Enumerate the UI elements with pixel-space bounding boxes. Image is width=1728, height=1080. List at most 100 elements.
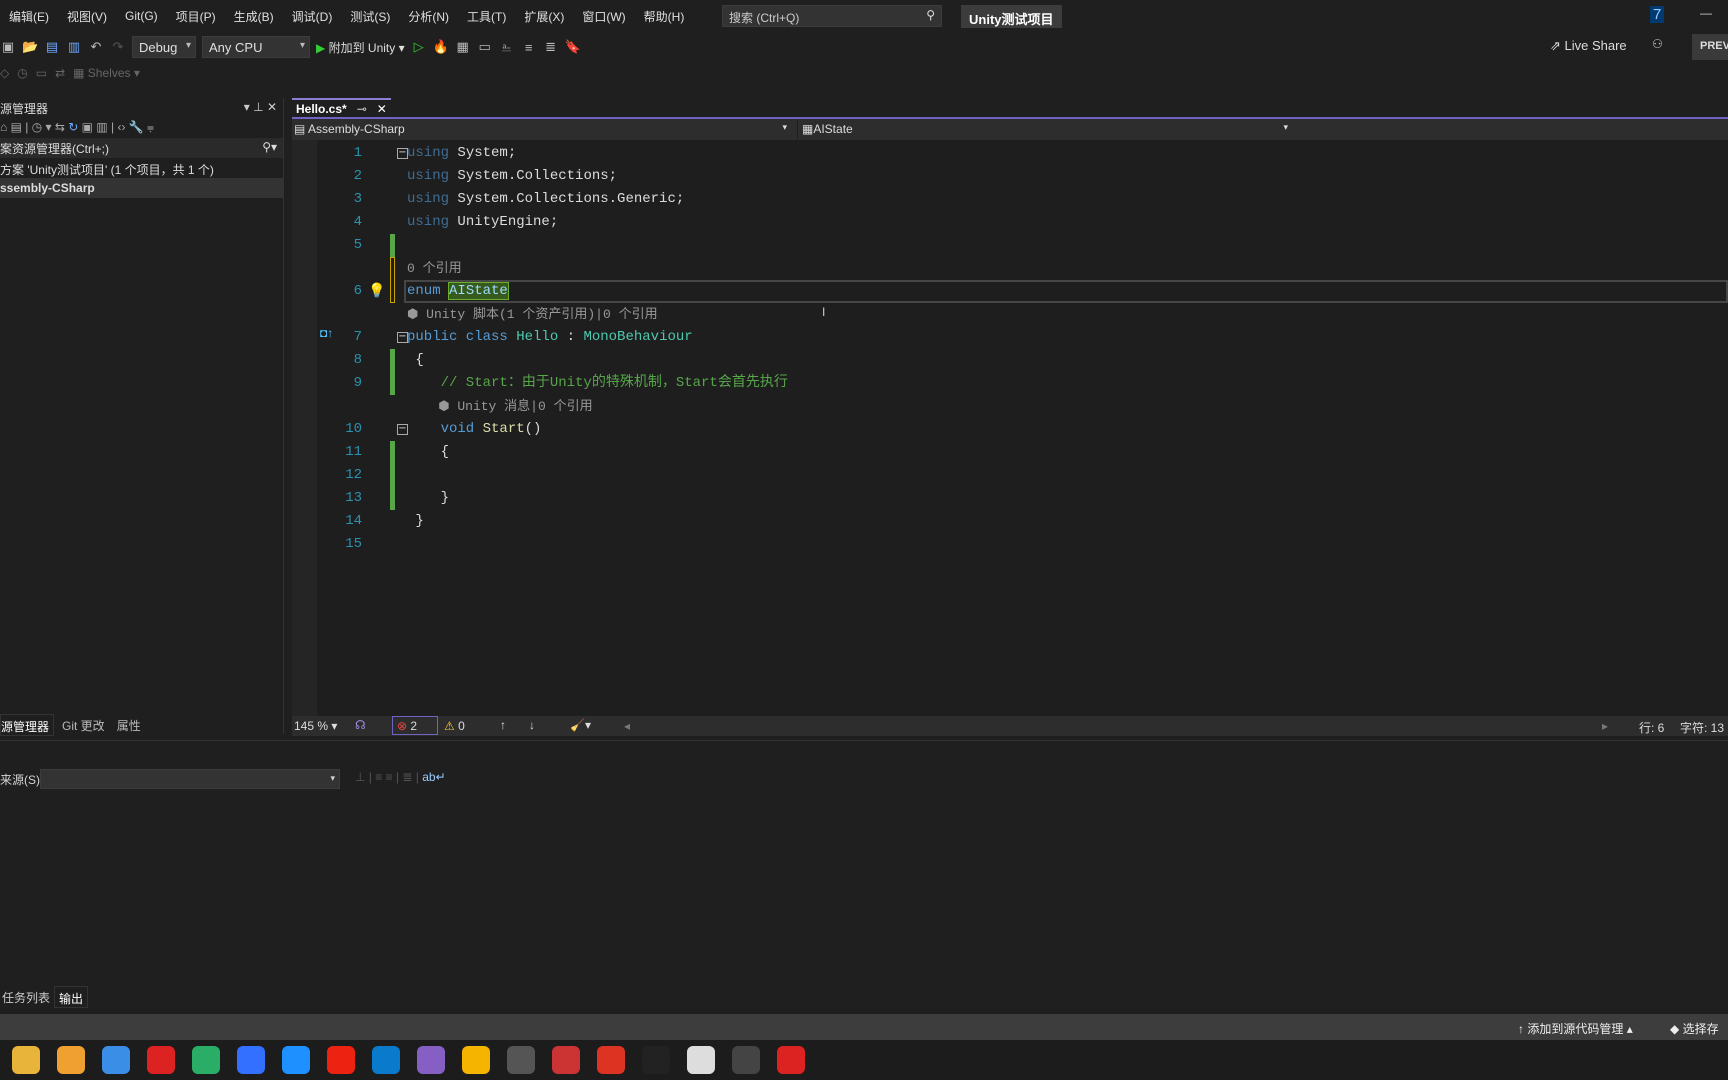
copilot-icon[interactable]: ☊: [355, 718, 366, 732]
menu-item[interactable]: 分析(N): [399, 8, 458, 25]
save-icon[interactable]: ▤: [44, 39, 60, 55]
app-red-icon[interactable]: [552, 1046, 580, 1074]
new-project-icon[interactable]: ▣: [0, 39, 16, 55]
open-icon[interactable]: 📂: [22, 39, 38, 55]
code-text: void Start(): [407, 418, 542, 441]
solution-search-input[interactable]: 案资源管理器(Ctrl+;) ⚲▾: [0, 138, 283, 158]
menu-item[interactable]: 工具(T): [458, 8, 515, 25]
add-to-source-control-button[interactable]: ↑ 添加到源代码管理 ▴: [1518, 1020, 1633, 1037]
start-without-debug-icon[interactable]: ▷: [411, 39, 427, 55]
menu-item[interactable]: 项目(P): [167, 8, 225, 25]
notification-badge[interactable]: 7: [1650, 6, 1665, 23]
menu-item[interactable]: 测试(S): [341, 8, 399, 25]
type-dropdown[interactable]: ▦AIState ▾: [797, 120, 1292, 139]
config-select[interactable]: Debug: [132, 36, 196, 58]
unity-icon[interactable]: [732, 1046, 760, 1074]
menu-item[interactable]: 调试(D): [283, 8, 342, 25]
save-all-icon[interactable]: ▥: [66, 39, 82, 55]
app-grid-icon[interactable]: [462, 1046, 490, 1074]
redo-icon[interactable]: ↷: [110, 39, 126, 55]
chrome-icon[interactable]: [102, 1046, 130, 1074]
unity-hub-icon[interactable]: [507, 1046, 535, 1074]
source-select[interactable]: ▾: [40, 769, 340, 789]
pin-icon[interactable]: ⊸: [357, 102, 367, 116]
source-control-label: 添加到源代码管理: [1527, 1022, 1624, 1036]
code-text: public class Hello : MonoBehaviour: [407, 326, 693, 349]
hot-reload-icon[interactable]: 🔥: [433, 39, 449, 55]
swap-icon[interactable]: ⇄: [55, 66, 65, 80]
code-text: {: [407, 349, 423, 372]
previous-issue-button[interactable]: ↑: [500, 718, 506, 732]
vscode-icon[interactable]: [372, 1046, 400, 1074]
record2-icon[interactable]: [777, 1046, 805, 1074]
codelens-text: ⬢ Unity 脚本(1 个资产引用)|0 个引用: [407, 307, 658, 322]
warnings-indicator[interactable]: ⚠ 0: [444, 719, 465, 733]
scroll-left-button[interactable]: ◂: [624, 719, 630, 733]
menu-item[interactable]: 视图(V): [58, 8, 116, 25]
bookmark-icon[interactable]: 🔖: [565, 39, 581, 55]
tab-solution-explorer[interactable]: 源管理器: [0, 714, 55, 736]
search-input[interactable]: 搜索 (Ctrl+Q) ⚲: [722, 5, 942, 27]
step-icon[interactable]: ⎁: [499, 39, 515, 55]
record-icon[interactable]: [147, 1046, 175, 1074]
menu-item[interactable]: 生成(B): [225, 8, 283, 25]
panel-controls[interactable]: ▾ ⊥ ✕: [244, 100, 277, 114]
monitor-icon[interactable]: ▭: [36, 66, 47, 80]
line-number: 2: [353, 168, 362, 184]
project-dropdown[interactable]: ▤ Assembly-CSharp ▾: [294, 122, 791, 136]
select-repo-button[interactable]: ◆ 选择存: [1670, 1020, 1719, 1037]
tag-icon[interactable]: ◇: [0, 66, 9, 80]
youdao-icon[interactable]: [327, 1046, 355, 1074]
file-explorer-icon[interactable]: [12, 1046, 40, 1074]
uncomment-icon[interactable]: ≣: [543, 39, 559, 55]
menu-item[interactable]: 窗口(W): [573, 8, 634, 25]
tree-item-solution[interactable]: 方案 'Unity测试项目' (1 个项目，共 1 个): [0, 158, 283, 178]
qq-icon[interactable]: [642, 1046, 670, 1074]
line-number: 13: [345, 490, 362, 506]
visual-studio-icon[interactable]: [417, 1046, 445, 1074]
menu-item[interactable]: 编辑(E): [0, 8, 58, 25]
minimize-button[interactable]: —: [1700, 6, 1712, 20]
code-token: {: [407, 444, 450, 460]
preview-button[interactable]: PREV: [1692, 34, 1728, 60]
errors-indicator[interactable]: ⊗ 2: [392, 716, 438, 735]
tab-properties[interactable]: 属性: [113, 714, 145, 736]
tree-item-project[interactable]: ssembly-CSharp: [0, 178, 283, 198]
code-text: // Start：由于Unity的特殊机制，Start会首先执行: [407, 372, 788, 395]
app-orange-icon[interactable]: [57, 1046, 85, 1074]
shelves-button[interactable]: ▦ Shelves ▾: [73, 66, 140, 80]
wechat-icon[interactable]: [192, 1046, 220, 1074]
tab-git-changes[interactable]: Git 更改: [54, 714, 113, 736]
code-cleanup-icon[interactable]: 🧹▾: [570, 718, 591, 732]
tab-output[interactable]: 输出: [54, 986, 89, 1008]
output-toolbar-icons[interactable]: ⊥ | ≡ ≡ | ≣ | ab↵: [355, 770, 446, 784]
code-editor[interactable]: 1− using System; 2 using System.Collections…: [292, 140, 1728, 717]
output-panel: 来源(S): ▾ ⊥ | ≡ ≡ | ≣ | ab↵: [0, 740, 1728, 985]
folder-icon[interactable]: ▦: [455, 39, 471, 55]
undo-icon[interactable]: ↶: [88, 39, 104, 55]
chat-icon[interactable]: [687, 1046, 715, 1074]
platform-select[interactable]: Any CPU: [202, 36, 310, 58]
tab-hello-cs[interactable]: Hello.cs* ⊸ ✕: [292, 98, 391, 118]
layout-icon[interactable]: ▭: [477, 39, 493, 55]
history-icon[interactable]: ◷: [17, 66, 27, 80]
menu-item[interactable]: 帮助(H): [635, 8, 694, 25]
app-blue-icon[interactable]: [282, 1046, 310, 1074]
close-icon[interactable]: ✕: [377, 102, 387, 116]
wps-icon[interactable]: [597, 1046, 625, 1074]
attach-unity-button[interactable]: ▶ 附加到 Unity ▾: [316, 39, 405, 56]
live-share-button[interactable]: ⇗ Live Share: [1550, 38, 1627, 54]
next-issue-button[interactable]: ↓: [529, 718, 535, 732]
tab-task-list[interactable]: 任务列表: [0, 986, 54, 1008]
scroll-right-button[interactable]: ▸: [1602, 719, 1608, 733]
menu-item[interactable]: 扩展(X): [515, 8, 573, 25]
lightbulb-icon[interactable]: 💡: [368, 282, 385, 299]
code-text: enum AIState: [407, 280, 509, 303]
code-token: using: [407, 145, 458, 161]
feishu-icon[interactable]: [237, 1046, 265, 1074]
comment-icon[interactable]: ≡: [521, 40, 537, 55]
feedback-icon[interactable]: ⚇: [1652, 37, 1663, 51]
menu-item[interactable]: Git(G): [116, 9, 167, 23]
implementation-icon[interactable]: ◘↑: [320, 326, 333, 340]
zoom-select[interactable]: 145 % ▾: [294, 719, 337, 733]
